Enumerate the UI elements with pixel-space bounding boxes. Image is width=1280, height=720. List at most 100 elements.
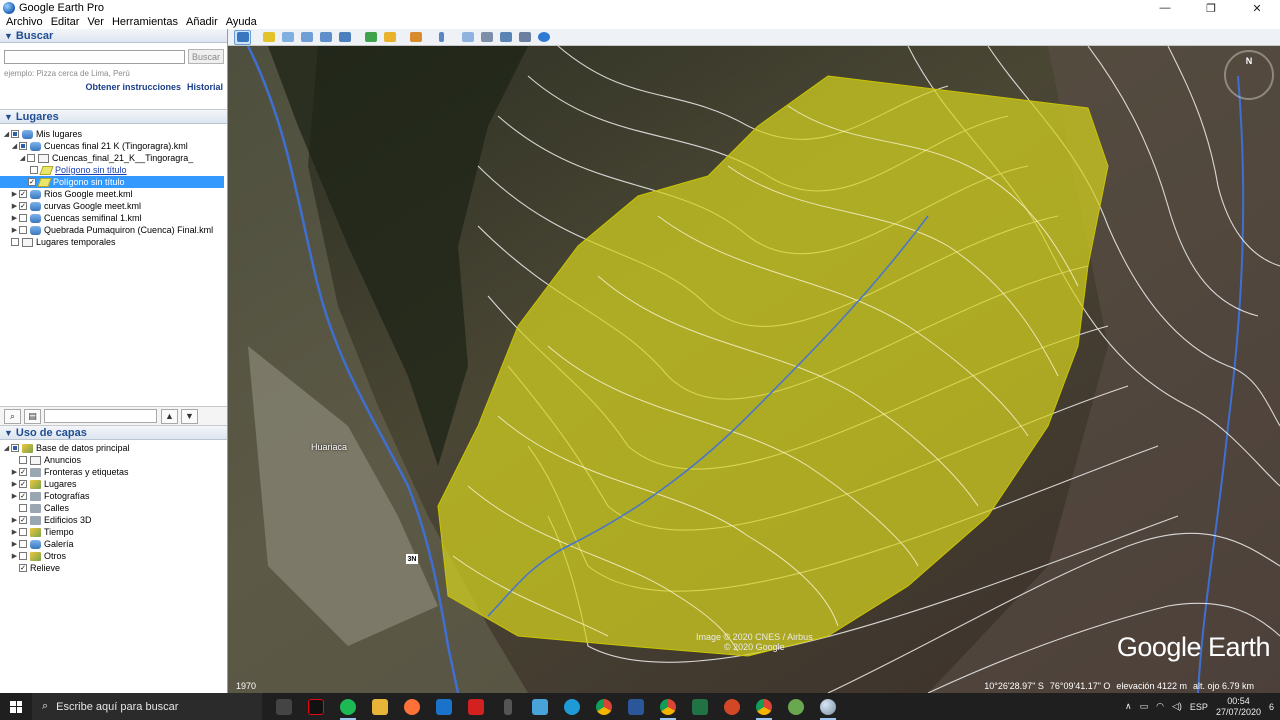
- collapse-arrow-icon[interactable]: ◢: [18, 154, 27, 162]
- taskbar-app[interactable]: [268, 693, 300, 720]
- collapse-arrow-icon[interactable]: ◢: [2, 444, 11, 452]
- taskbar-app[interactable]: [620, 693, 652, 720]
- expand-arrow-icon[interactable]: ▶: [10, 214, 19, 222]
- maximize-button[interactable]: ❐: [1188, 0, 1234, 16]
- language-indicator[interactable]: ESP: [1190, 702, 1208, 712]
- map-view[interactable]: N Huariaca 3N Image © 2020 CNES / Airbus…: [228, 46, 1280, 693]
- volume-icon[interactable]: ◁): [1172, 701, 1182, 712]
- taskbar-app[interactable]: [652, 693, 684, 720]
- checkbox[interactable]: ✓: [19, 564, 27, 572]
- menu-herramientas[interactable]: Herramientas: [108, 16, 182, 29]
- email-button[interactable]: [459, 30, 476, 45]
- search-button[interactable]: Buscar: [188, 49, 224, 64]
- taskbar-app[interactable]: [780, 693, 812, 720]
- expand-arrow-icon[interactable]: ▶: [10, 552, 19, 560]
- tree-item-temporary-places[interactable]: Lugares temporales: [2, 236, 222, 248]
- menu-anadir[interactable]: Añadir: [182, 16, 222, 29]
- layer-primary-database[interactable]: ◢ Base de datos principal: [2, 442, 130, 454]
- checkbox[interactable]: [11, 444, 19, 452]
- checkbox[interactable]: [11, 130, 19, 138]
- taskbar-app[interactable]: [684, 693, 716, 720]
- expand-arrow-icon[interactable]: ▶: [10, 190, 19, 198]
- expand-arrow-icon[interactable]: ▶: [10, 528, 19, 536]
- expand-arrow-icon[interactable]: ▶: [10, 480, 19, 488]
- clock[interactable]: 00:54 27/07/2020: [1216, 696, 1261, 718]
- places-panel-header[interactable]: ▼ Lugares: [0, 110, 227, 124]
- notification-center[interactable]: 6: [1269, 702, 1274, 712]
- minimize-button[interactable]: —: [1142, 0, 1188, 16]
- menu-archivo[interactable]: Archivo: [2, 16, 47, 29]
- close-button[interactable]: ✕: [1234, 0, 1280, 16]
- collapse-arrow-icon[interactable]: ◢: [2, 130, 11, 138]
- taskbar-app[interactable]: [332, 693, 364, 720]
- tree-item-quebrada[interactable]: ▶ Quebrada Pumaquiron (Cuenca) Final.kml: [10, 224, 222, 236]
- checkbox[interactable]: ✓: [19, 492, 27, 500]
- checkbox[interactable]: [19, 456, 27, 464]
- print-button[interactable]: [478, 30, 495, 45]
- tree-item-curvas[interactable]: ▶ ✓ curvas Google meet.kml: [10, 200, 222, 212]
- move-up-button[interactable]: ▲: [161, 408, 178, 424]
- taskbar-app[interactable]: [812, 693, 844, 720]
- checkbox[interactable]: [11, 238, 19, 246]
- taskbar-app[interactable]: [748, 693, 780, 720]
- layer-lugares[interactable]: ▶ ✓ Lugares: [10, 478, 77, 490]
- expand-arrow-icon[interactable]: ▶: [10, 516, 19, 524]
- layer-fronteras[interactable]: ▶ ✓ Fronteras y etiquetas: [10, 466, 129, 478]
- search-panel-header[interactable]: ▼ Buscar: [0, 29, 227, 43]
- checkbox[interactable]: [19, 540, 27, 548]
- taskbar-app[interactable]: [364, 693, 396, 720]
- tree-item-label[interactable]: Polígono sin título: [55, 165, 127, 175]
- historical-imagery-button[interactable]: [362, 30, 379, 45]
- layer-fotografias[interactable]: ▶ ✓ Fotografías: [10, 490, 90, 502]
- tree-item-my-places[interactable]: ◢ Mis lugares: [2, 128, 222, 140]
- checkbox[interactable]: [19, 552, 27, 560]
- search-input[interactable]: [4, 50, 185, 64]
- expand-arrow-icon[interactable]: ▶: [10, 226, 19, 234]
- tree-item-polygon-1[interactable]: Polígono sin título: [30, 164, 222, 176]
- checkbox[interactable]: ✓: [19, 516, 27, 524]
- taskbar-app[interactable]: [396, 693, 428, 720]
- layer-otros[interactable]: ▶ Otros: [10, 550, 66, 562]
- add-path-button[interactable]: [298, 30, 315, 45]
- checkbox[interactable]: ✓: [19, 480, 27, 488]
- save-image-button[interactable]: [497, 30, 514, 45]
- add-overlay-button[interactable]: [317, 30, 334, 45]
- record-movie-button[interactable]: [516, 30, 533, 45]
- checkbox[interactable]: [19, 504, 27, 512]
- checkbox[interactable]: ✓: [28, 178, 36, 186]
- taskbar-app[interactable]: [588, 693, 620, 720]
- sidebar-toggle-button[interactable]: [234, 29, 251, 45]
- toggle-panel-button[interactable]: ▤: [24, 408, 41, 424]
- taskbar-app[interactable]: [524, 693, 556, 720]
- checkbox[interactable]: ✓: [19, 468, 27, 476]
- taskbar-app[interactable]: [492, 693, 524, 720]
- checkbox[interactable]: ✓: [19, 202, 27, 210]
- taskbar-app[interactable]: [716, 693, 748, 720]
- navigation-compass[interactable]: N: [1224, 50, 1274, 100]
- record-tour-button[interactable]: [336, 30, 353, 45]
- checkbox[interactable]: [19, 142, 27, 150]
- ruler-button[interactable]: [433, 30, 450, 45]
- expand-arrow-icon[interactable]: ▶: [10, 540, 19, 548]
- network-icon[interactable]: ▭: [1140, 701, 1149, 712]
- tree-item-rios[interactable]: ▶ ✓ Rios Google meet.kml: [10, 188, 222, 200]
- planets-button[interactable]: [407, 30, 424, 45]
- checkbox[interactable]: ✓: [19, 190, 27, 198]
- menu-ver[interactable]: Ver: [83, 16, 108, 29]
- taskbar-search[interactable]: ⌕ Escribe aquí para buscar: [32, 693, 262, 720]
- tray-chevron-icon[interactable]: ∧: [1125, 701, 1132, 712]
- layer-anuncios[interactable]: Anuncios: [10, 454, 81, 466]
- collapse-arrow-icon[interactable]: ◢: [10, 142, 19, 150]
- checkbox[interactable]: [30, 166, 38, 174]
- taskbar-app[interactable]: [300, 693, 332, 720]
- taskbar-app[interactable]: [556, 693, 588, 720]
- layer-galeria[interactable]: ▶ Galería: [10, 538, 74, 550]
- tree-item-cuencas-folder[interactable]: ◢ Cuencas_final_21_K__Tingoragra_: [18, 152, 222, 164]
- expand-arrow-icon[interactable]: ▶: [10, 202, 19, 210]
- move-down-button[interactable]: ▼: [181, 408, 198, 424]
- layer-edificios-3d[interactable]: ▶ ✓ Edificios 3D: [10, 514, 92, 526]
- sunlight-button[interactable]: [381, 30, 398, 45]
- menu-ayuda[interactable]: Ayuda: [222, 16, 261, 29]
- checkbox[interactable]: [27, 154, 35, 162]
- taskbar-app[interactable]: [428, 693, 460, 720]
